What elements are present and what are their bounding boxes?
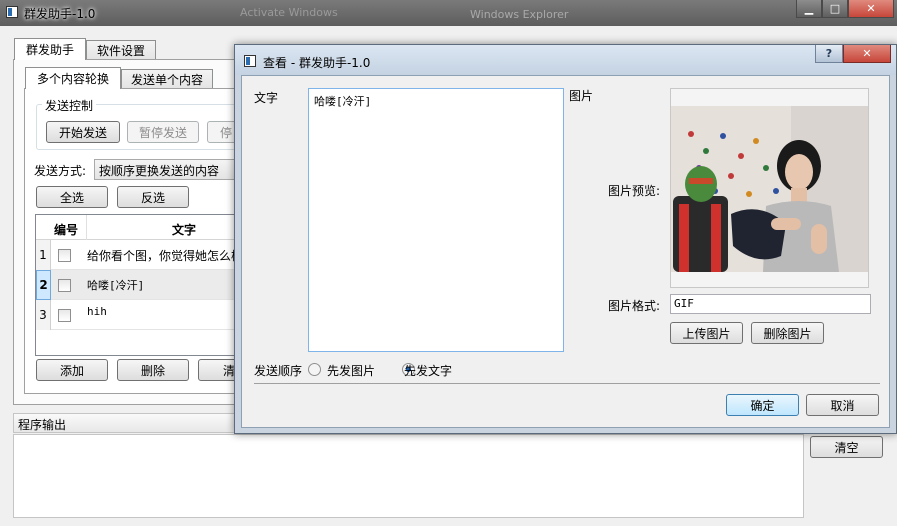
row-text: 哈喽[冷汗]	[87, 279, 145, 292]
send-mode-label: 发送方式:	[34, 164, 87, 178]
minimize-icon: ▁	[804, 2, 814, 15]
dialog-close-button[interactable]: ✕	[843, 45, 891, 63]
image-preview-picture	[671, 106, 868, 272]
dialog-titlebar: 查看 - 群发助手-1.0 ? ✕	[235, 45, 896, 75]
stop-send-button[interactable]: 停	[207, 121, 237, 143]
table-row[interactable]: 3 hih	[36, 300, 239, 330]
clear-list-button[interactable]: 清	[198, 359, 238, 381]
content-table: 编号 文字 1 给你看个图，你觉得她怎么样 2 哈喽[冷汗] 3 hih	[35, 214, 240, 356]
output-textarea[interactable]	[13, 434, 804, 518]
send-control-legend: 发送控制	[42, 97, 97, 114]
row-text: hih	[87, 305, 107, 318]
table-header: 编号 文字	[36, 215, 239, 240]
send-order-label: 发送顺序	[254, 364, 303, 378]
invert-selection-button[interactable]: 反选	[117, 186, 189, 208]
row-checkbox[interactable]	[58, 279, 71, 292]
table-row[interactable]: 1 给你看个图，你觉得她怎么样	[36, 240, 240, 270]
app-icon	[6, 6, 18, 18]
maximize-icon: □	[829, 2, 841, 15]
view-dialog: 查看 - 群发助手-1.0 ? ✕ 文字 哈喽[冷汗] 图片 图片预览: 图片格…	[234, 44, 897, 434]
row-number: 2	[36, 270, 51, 300]
delete-image-button[interactable]: 删除图片	[751, 322, 824, 344]
dialog-title: 查看 - 群发助手-1.0	[263, 56, 371, 70]
image-first-label[interactable]: 先发图片	[327, 362, 375, 379]
table-header-text[interactable]: 文字	[172, 221, 196, 238]
ok-button[interactable]: 确定	[726, 394, 799, 416]
main-titlebar: 群发助手-1.0 Activate Windows Windows Explor…	[0, 0, 897, 26]
minimize-button[interactable]: ▁	[796, 0, 822, 18]
clear-output-button[interactable]: 清空	[810, 436, 883, 458]
cancel-button[interactable]: 取消	[806, 394, 879, 416]
row-number: 3	[36, 300, 51, 330]
delete-button[interactable]: 删除	[117, 359, 189, 381]
table-header-num[interactable]: 编号	[54, 221, 78, 238]
send-mode-select[interactable]: 按顺序更换发送的内容	[94, 159, 240, 180]
maximize-button[interactable]: □	[822, 0, 848, 18]
table-row[interactable]: 2 哈喽[冷汗]	[36, 270, 239, 300]
close-icon: ✕	[866, 2, 876, 15]
row-number: 1	[36, 240, 51, 270]
subtab-multi-content[interactable]: 多个内容轮换	[25, 67, 121, 89]
main-window-title: 群发助手-1.0	[24, 7, 96, 21]
text-first-label[interactable]: 先发文字	[404, 362, 452, 379]
text-content-editor[interactable]: 哈喽[冷汗]	[308, 88, 564, 352]
row-text: 给你看个图，你觉得她怎么样	[87, 249, 240, 263]
output-label: 程序输出	[18, 418, 67, 432]
image-first-radio[interactable]	[308, 363, 321, 376]
dialog-app-icon	[244, 55, 256, 67]
bg-window-title: Activate Windows	[240, 6, 338, 19]
image-format-value: GIF	[674, 297, 694, 310]
output-header: 程序输出	[13, 413, 237, 433]
help-icon: ?	[825, 47, 833, 60]
select-all-button[interactable]: 全选	[36, 186, 108, 208]
upload-image-button[interactable]: 上传图片	[670, 322, 743, 344]
row-checkbox[interactable]	[58, 249, 71, 262]
send-mode-value: 按顺序更换发送的内容	[99, 164, 220, 178]
close-icon: ✕	[862, 47, 872, 60]
add-button[interactable]: 添加	[36, 359, 108, 381]
tab-settings[interactable]: 软件设置	[86, 40, 156, 60]
tab-main[interactable]: 群发助手	[14, 38, 86, 60]
start-send-button[interactable]: 开始发送	[46, 121, 120, 143]
close-button[interactable]: ✕	[848, 0, 894, 18]
pause-send-button[interactable]: 暂停发送	[127, 121, 199, 143]
text-content-value: 哈喽[冷汗]	[314, 95, 372, 108]
dialog-help-button[interactable]: ?	[815, 45, 843, 63]
image-format-label: 图片格式:	[608, 299, 661, 313]
text-label: 文字	[254, 91, 279, 105]
bg-window-title: Windows Explorer	[470, 8, 569, 21]
dialog-body: 文字 哈喽[冷汗] 图片 图片预览: 图片格式: GIF 上传图片 删除图片 发…	[241, 75, 890, 428]
subtab-single-content[interactable]: 发送单个内容	[121, 69, 213, 89]
row-checkbox[interactable]	[58, 309, 71, 322]
image-preview	[670, 88, 869, 288]
image-format-field[interactable]: GIF	[670, 294, 871, 314]
image-preview-label: 图片预览:	[608, 184, 661, 198]
dialog-divider	[254, 383, 880, 384]
image-label: 图片	[569, 89, 594, 103]
